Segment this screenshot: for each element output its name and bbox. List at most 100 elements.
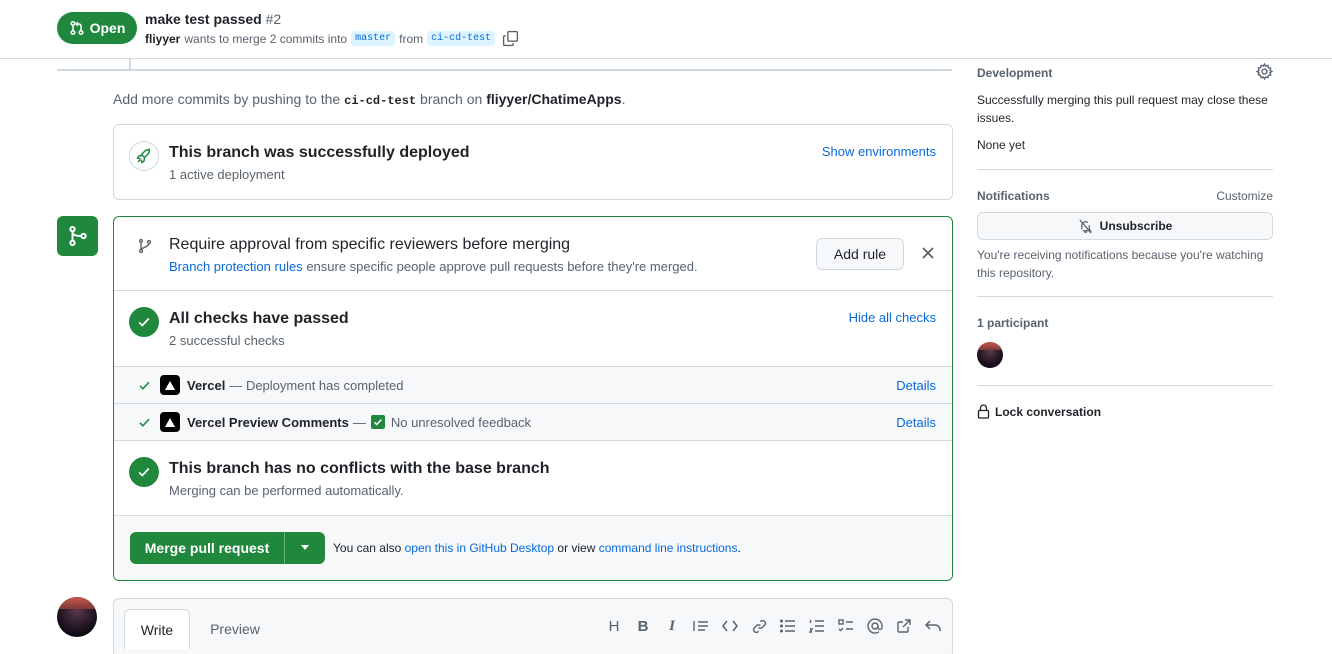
notifications-heading: Notifications xyxy=(977,189,1050,203)
pr-author[interactable]: fliyyer xyxy=(145,32,180,46)
check-row: Vercel — Deployment has completed Detail… xyxy=(114,367,952,404)
rocket-icon xyxy=(129,141,159,171)
check-status: No unresolved feedback xyxy=(390,414,532,430)
link-icon[interactable] xyxy=(750,617,768,635)
bell-slash-icon xyxy=(1079,219,1092,233)
show-environments-link[interactable]: Show environments xyxy=(822,144,936,159)
pr-meta: fliyyer wants to merge 2 commits into ma… xyxy=(145,30,519,47)
lock-icon xyxy=(977,404,990,419)
lock-conversation[interactable]: Lock conversation xyxy=(977,404,1101,419)
check-icon xyxy=(139,418,150,427)
branch-protection-link[interactable]: Branch protection rules xyxy=(169,259,303,274)
pr-title: make test passed #2 xyxy=(145,11,281,27)
cross-reference-icon[interactable] xyxy=(895,617,913,635)
triangle-down-icon xyxy=(301,545,309,550)
pr-number: #2 xyxy=(265,11,282,27)
deploy-subtitle: 1 active deployment xyxy=(169,167,285,182)
heading-icon[interactable]: H xyxy=(605,617,623,635)
unsubscribe-label: Unsubscribe xyxy=(1099,219,1173,233)
development-none: None yet xyxy=(977,138,1026,152)
quote-icon[interactable] xyxy=(692,617,710,635)
hide-checks-link[interactable]: Hide all checks xyxy=(849,310,936,325)
merge-alt-suffix: . xyxy=(737,541,741,555)
protection-section: Require approval from specific reviewers… xyxy=(114,217,952,291)
protection-desc: Branch protection rules ensure specific … xyxy=(169,259,698,274)
copy-icon[interactable] xyxy=(502,30,519,47)
ordered-list-icon[interactable] xyxy=(808,617,826,635)
protection-desc-text: ensure specific people approve pull requ… xyxy=(306,259,698,274)
pr-from-text: from xyxy=(399,31,424,46)
details-link[interactable]: Details xyxy=(896,378,936,393)
timeline-divider xyxy=(57,69,952,71)
pr-header: Open make test passed #2 fliyyer wants t… xyxy=(0,0,1332,59)
merge-options-dropdown[interactable] xyxy=(285,532,325,564)
merge-pull-request-button[interactable]: Merge pull request xyxy=(130,532,285,564)
unordered-list-icon[interactable] xyxy=(779,617,797,635)
development-text: Successfully merging this pull request m… xyxy=(977,93,1268,125)
merge-action-section: Merge pull request You can also open thi… xyxy=(114,516,952,580)
conflicts-section: This branch has no conflicts with the ba… xyxy=(114,441,952,516)
merge-alt-prefix: You can also xyxy=(333,541,402,555)
pr-title-text: make test passed xyxy=(145,11,262,27)
markdown-toolbar: H B I xyxy=(605,617,942,635)
participant-avatar[interactable] xyxy=(977,342,1003,368)
check-status-prefix: — xyxy=(352,414,366,430)
branch-icon xyxy=(138,238,152,254)
sidebar-divider xyxy=(977,169,1273,170)
vercel-icon xyxy=(160,375,180,395)
check-row: Vercel Preview Comments — No unresolved … xyxy=(114,404,952,441)
conflicts-subtitle: Merging can be performed automatically. xyxy=(169,483,404,498)
task-list-icon[interactable] xyxy=(837,617,855,635)
mention-icon[interactable] xyxy=(866,617,884,635)
gear-icon[interactable] xyxy=(1256,63,1273,80)
vercel-icon xyxy=(160,412,180,432)
comment-box: Write Preview H B I xyxy=(113,598,953,654)
lock-label: Lock conversation xyxy=(995,404,1102,419)
participants-heading: 1 participant xyxy=(977,316,1049,330)
protection-title: Require approval from specific reviewers… xyxy=(169,236,571,253)
check-circle-icon xyxy=(129,307,159,337)
check-name: Vercel xyxy=(187,377,226,393)
development-heading: Development xyxy=(977,66,1053,80)
check-icon xyxy=(139,381,150,390)
bold-icon[interactable]: B xyxy=(634,617,652,635)
unsubscribe-button[interactable]: Unsubscribe xyxy=(977,212,1273,240)
tab-preview[interactable]: Preview xyxy=(200,609,270,649)
hint-repo[interactable]: fliyyer/ChatimeApps xyxy=(486,91,621,107)
checks-title: All checks have passed xyxy=(169,310,349,327)
check-circle-icon xyxy=(129,457,159,487)
details-link[interactable]: Details xyxy=(896,415,936,430)
hint-branch: ci-cd-test xyxy=(344,94,417,108)
checks-section: All checks have passed 2 successful chec… xyxy=(114,291,952,367)
deploy-title: This branch was successfully deployed xyxy=(169,144,470,161)
close-icon[interactable] xyxy=(922,247,934,259)
pr-state-label: Open xyxy=(89,20,126,36)
pr-state-badge: Open xyxy=(57,12,137,44)
deployment-box: This branch was successfully deployed 1 … xyxy=(113,124,953,200)
hint-middle: branch on xyxy=(420,91,483,107)
push-hint: Add more commits by pushing to the ci-cd… xyxy=(113,91,625,108)
reply-icon[interactable] xyxy=(924,617,942,635)
notifications-text: You're receiving notifications because y… xyxy=(977,248,1264,280)
code-icon[interactable] xyxy=(721,617,739,635)
base-branch[interactable]: master xyxy=(351,31,396,46)
merge-button-group: Merge pull request xyxy=(130,532,325,564)
merge-box: Require approval from specific reviewers… xyxy=(113,216,953,581)
tab-write[interactable]: Write xyxy=(124,609,190,649)
github-desktop-link[interactable]: open this in GitHub Desktop xyxy=(405,541,554,555)
check-status: — Deployment has completed xyxy=(229,377,404,393)
avatar[interactable] xyxy=(57,597,97,637)
customize-link[interactable]: Customize xyxy=(1216,189,1273,203)
head-branch[interactable]: ci-cd-test xyxy=(427,31,496,46)
merge-alt-text: You can also open this in GitHub Desktop… xyxy=(333,541,741,555)
pr-merge-text: wants to merge 2 commits into xyxy=(184,31,348,46)
merge-alt-middle: or view xyxy=(557,541,596,555)
add-rule-button[interactable]: Add rule xyxy=(816,238,904,270)
command-line-link[interactable]: command line instructions xyxy=(599,541,738,555)
checkbox-emoji-icon xyxy=(370,415,385,429)
hint-prefix: Add more commits by pushing to the xyxy=(113,91,341,107)
git-merge-icon xyxy=(57,216,98,256)
check-name: Vercel Preview Comments xyxy=(187,414,349,430)
timeline-connector xyxy=(129,59,131,69)
italic-icon[interactable]: I xyxy=(663,617,681,635)
